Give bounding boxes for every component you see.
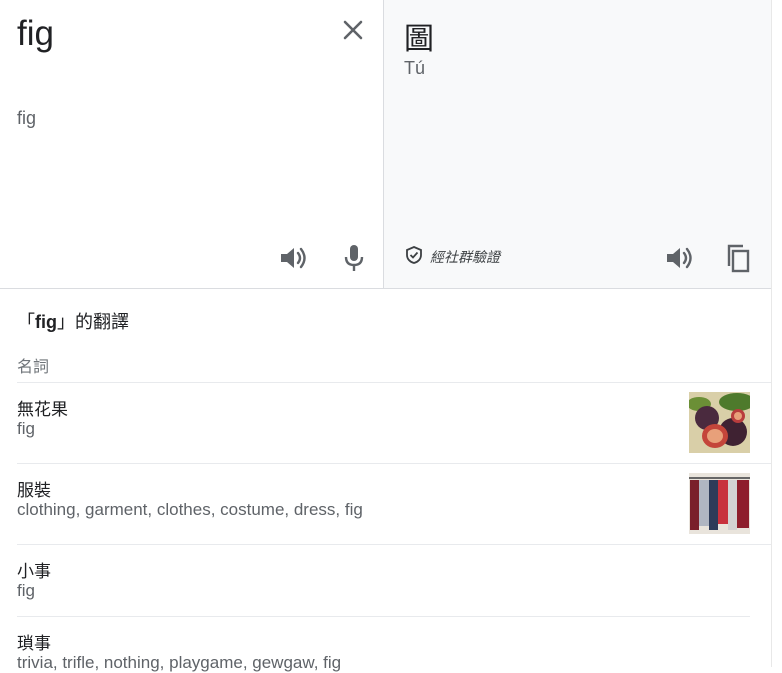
translation-word: 瑣事 — [17, 634, 51, 654]
heading-term: fig — [35, 312, 57, 332]
translation-word: 服裝 — [17, 481, 51, 501]
heading-suffix: 」的翻譯 — [57, 312, 129, 333]
source-text[interactable]: fig — [17, 14, 54, 54]
speaker-icon[interactable] — [277, 242, 309, 274]
list-item[interactable]: 小事 fig — [17, 544, 771, 617]
close-icon[interactable] — [337, 14, 369, 46]
translation-synonyms: fig — [17, 419, 35, 438]
fig-fruit-image — [689, 392, 750, 453]
list-item[interactable]: 瑣事 trivia, trifle, nothing, playgame, ge… — [17, 616, 750, 672]
list-item[interactable]: 服裝 clothing, garment, clothes, costume, … — [17, 463, 771, 545]
target-text: 圖 — [404, 22, 434, 57]
translation-synonyms: clothing, garment, clothes, costume, dre… — [17, 500, 363, 519]
translation-synonyms: fig — [17, 581, 35, 600]
translation-panel: fig fig 圖 Tú 經社群驗證 — [0, 0, 771, 289]
translation-word: 小事 — [17, 562, 51, 582]
part-of-speech: 名詞 — [17, 357, 50, 376]
microphone-icon[interactable] — [338, 242, 370, 274]
translation-word: 無花果 — [17, 400, 68, 420]
list-item[interactable]: 無花果 fig — [17, 382, 771, 464]
source-pane: fig fig — [0, 0, 384, 288]
scrollbar-track[interactable] — [771, 0, 782, 667]
translations-heading: 「fig」的翻譯 — [17, 308, 129, 334]
source-transliteration: fig — [17, 108, 37, 128]
shield-check-icon — [404, 245, 424, 270]
translation-synonyms: trivia, trifle, nothing, playgame, gewga… — [17, 653, 342, 672]
verified-badge: 經社群驗證 — [404, 245, 500, 270]
target-romanization: Tú — [404, 58, 426, 78]
copy-icon[interactable] — [723, 242, 755, 274]
speaker-icon[interactable] — [663, 242, 695, 274]
target-pane: 圖 Tú 經社群驗證 — [384, 0, 771, 288]
clothing-rack-image — [689, 473, 750, 534]
verified-label: 經社群驗證 — [430, 250, 500, 266]
heading-prefix: 「 — [17, 312, 35, 333]
